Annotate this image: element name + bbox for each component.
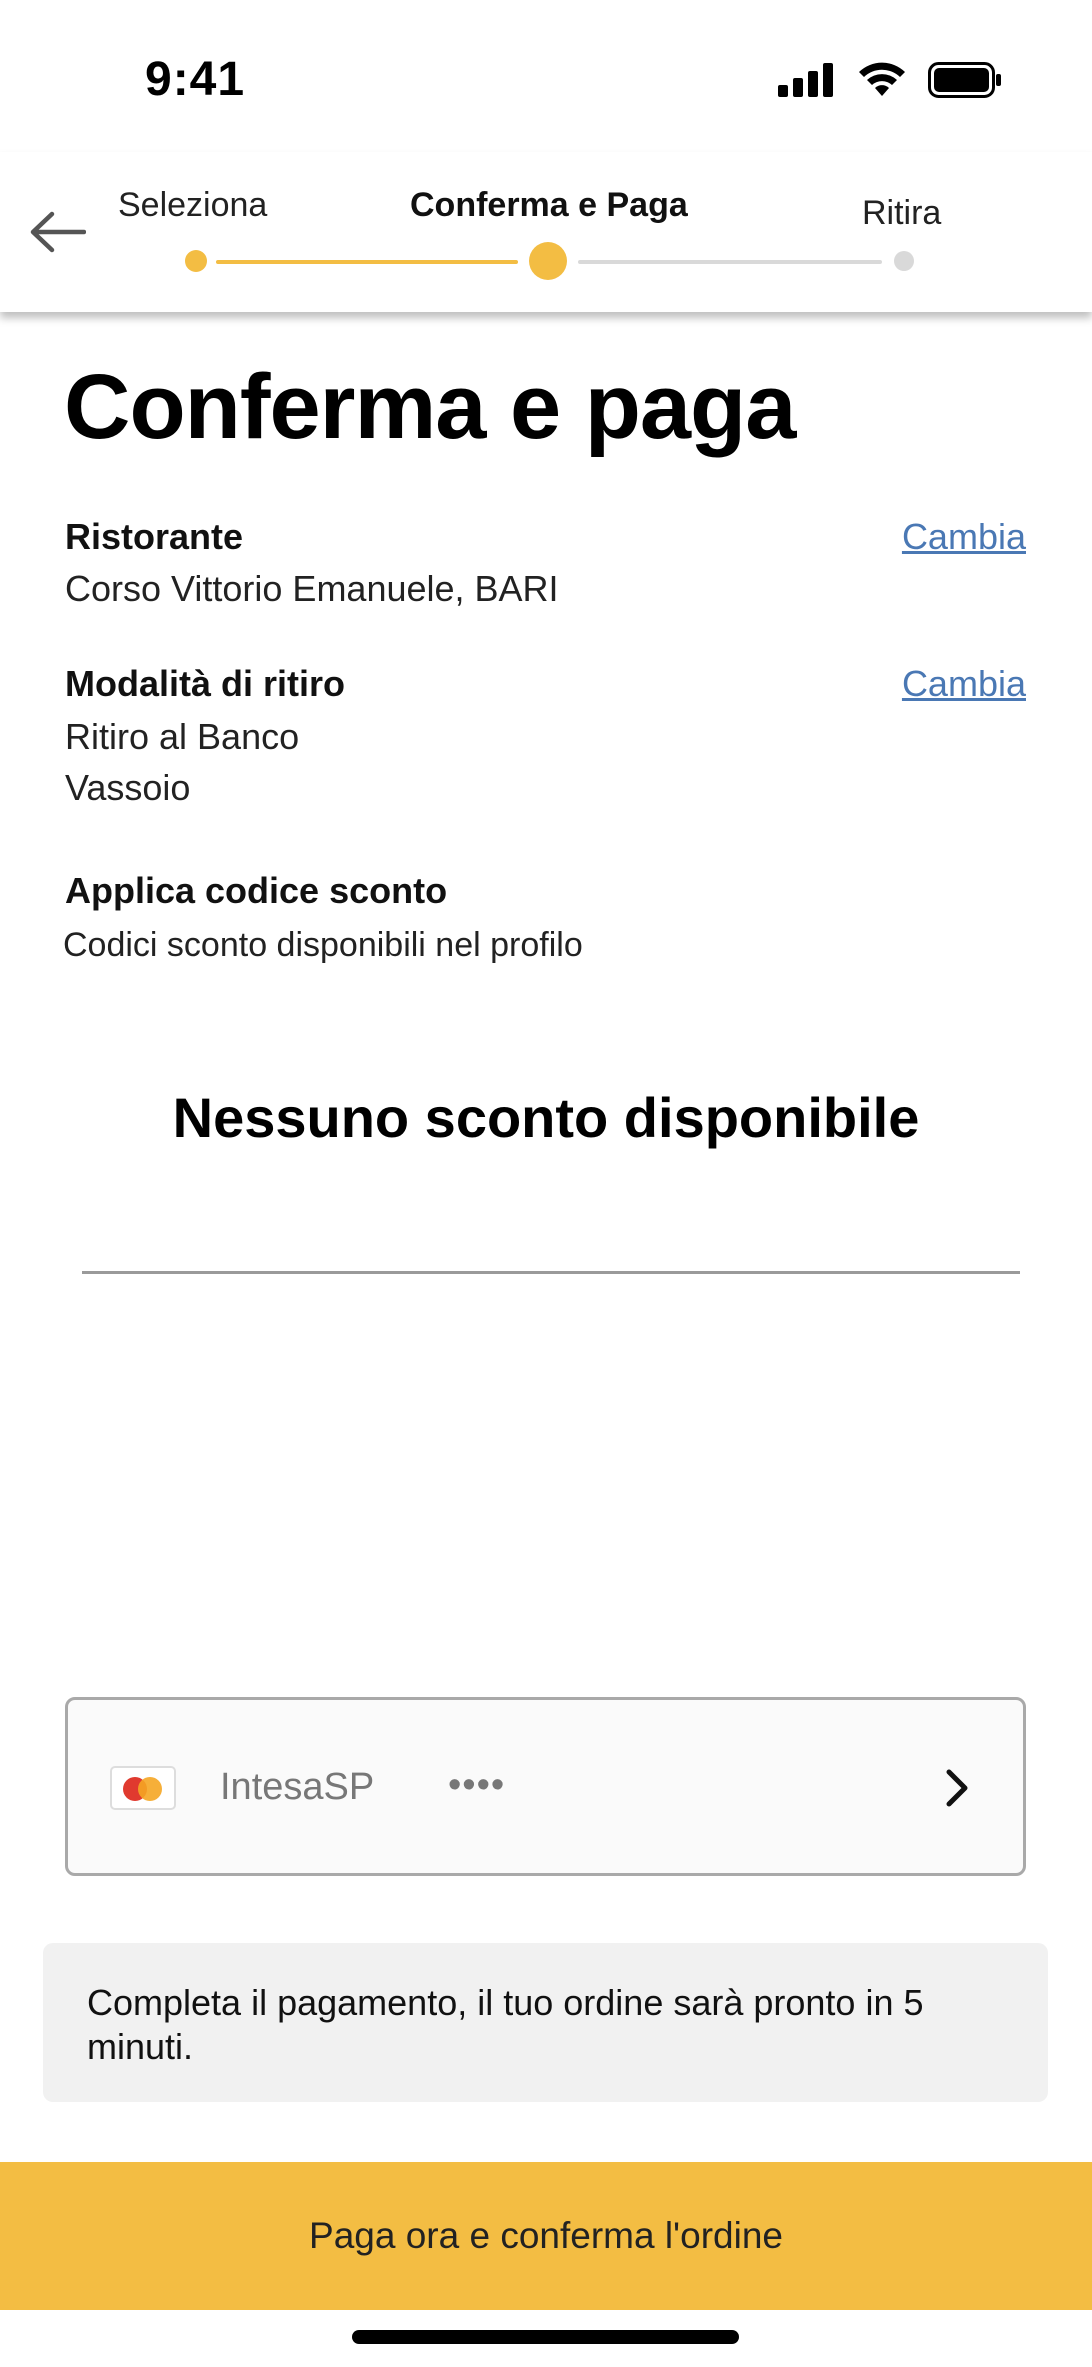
step-progress-line-pending bbox=[578, 260, 882, 264]
battery-icon bbox=[928, 62, 1002, 103]
status-bar: 9:41 bbox=[0, 0, 1092, 160]
step-dot-seleziona bbox=[185, 250, 207, 272]
chevron-right-icon bbox=[937, 1762, 977, 1814]
order-ready-message: Completa il pagamento, il tuo ordine sar… bbox=[87, 1982, 924, 2067]
restaurant-value: Corso Vittorio Emanuele, BARI bbox=[65, 568, 559, 609]
home-indicator bbox=[352, 2330, 739, 2344]
pay-button-label: Paga ora e conferma l'ordine bbox=[309, 2215, 783, 2256]
payment-card-name: IntesaSP bbox=[220, 1766, 375, 1808]
payment-card-mask: •••• bbox=[448, 1764, 506, 1806]
status-icons bbox=[778, 62, 1002, 103]
discount-code-subtitle: Codici sconto disponibili nel profilo bbox=[63, 926, 583, 964]
pay-and-confirm-button[interactable]: Paga ora e conferma l'ordine bbox=[0, 2162, 1092, 2310]
step-label-ritira: Ritira bbox=[862, 194, 942, 232]
wifi-icon bbox=[858, 62, 906, 103]
back-button[interactable] bbox=[22, 202, 92, 262]
restaurant-label: Ristorante bbox=[65, 516, 244, 557]
step-label-conferma-e-paga: Conferma e Paga bbox=[410, 186, 688, 224]
cellular-signal-icon bbox=[778, 63, 836, 102]
order-ready-info-box: Completa il pagamento, il tuo ordine sar… bbox=[43, 1943, 1048, 2102]
no-discount-message: Nessuno sconto disponibile bbox=[172, 1086, 920, 1149]
status-time: 9:41 bbox=[145, 53, 246, 106]
pickup-mode-value: Ritiro al Banco bbox=[65, 716, 300, 757]
checkout-stepper-header: Seleziona Conferma e Paga Ritira bbox=[0, 152, 1092, 312]
payment-method-selector[interactable]: IntesaSP •••• bbox=[65, 1697, 1026, 1876]
page-title: Conferma e paga bbox=[64, 356, 796, 458]
section-divider bbox=[82, 1271, 1020, 1274]
arrow-left-icon bbox=[30, 211, 86, 253]
step-dot-ritira bbox=[894, 251, 914, 271]
mastercard-icon bbox=[110, 1766, 176, 1810]
discount-code-label: Applica codice sconto bbox=[65, 870, 448, 911]
pickup-tray-value: Vassoio bbox=[65, 767, 191, 808]
change-restaurant-link[interactable]: Cambia bbox=[902, 516, 1026, 558]
pickup-mode-label: Modalità di ritiro bbox=[65, 663, 346, 704]
step-dot-conferma-e-paga bbox=[529, 242, 567, 280]
change-pickup-mode-link[interactable]: Cambia bbox=[902, 663, 1026, 705]
step-label-seleziona: Seleziona bbox=[118, 186, 268, 224]
step-progress-line-completed bbox=[216, 260, 518, 264]
